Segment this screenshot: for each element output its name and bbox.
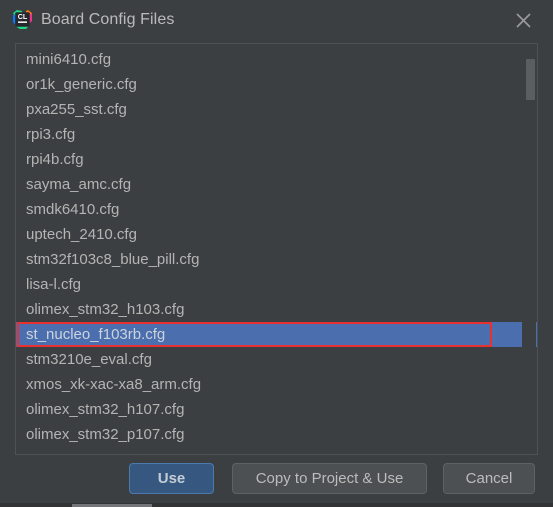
- list-item[interactable]: olimex_stm32_p107.cfg: [16, 422, 537, 447]
- list-scrollbar[interactable]: [522, 45, 536, 454]
- list-item[interactable]: pxa255_sst.cfg: [16, 97, 537, 122]
- list-item-selected[interactable]: st_nucleo_f103rb.cfg: [16, 322, 537, 347]
- board-config-file-list[interactable]: mini6410.cfg or1k_generic.cfg pxa255_sst…: [16, 47, 537, 447]
- list-item[interactable]: olimex_stm32_h103.cfg: [16, 297, 537, 322]
- list-item[interactable]: mini6410.cfg: [16, 47, 537, 72]
- list-item[interactable]: lisa-l.cfg: [16, 272, 537, 297]
- dialog-title: Board Config Files: [41, 11, 175, 28]
- scrollbar-thumb[interactable]: [526, 59, 535, 100]
- list-item[interactable]: stm3210e_eval.cfg: [16, 347, 537, 372]
- close-icon[interactable]: [508, 6, 538, 34]
- list-item[interactable]: olimex_stm32_h107.cfg: [16, 397, 537, 422]
- list-item[interactable]: rpi3.cfg: [16, 122, 537, 147]
- cancel-button[interactable]: Cancel: [443, 463, 535, 494]
- dialog-titlebar: CL Board Config Files: [0, 0, 553, 38]
- list-item[interactable]: rpi4b.cfg: [16, 147, 537, 172]
- clion-logo-icon: CL: [12, 9, 33, 30]
- use-button[interactable]: Use: [129, 463, 214, 494]
- list-item[interactable]: stm32f103c8_blue_pill.cfg: [16, 247, 537, 272]
- list-item[interactable]: sayma_amc.cfg: [16, 172, 537, 197]
- list-item[interactable]: uptech_2410.cfg: [16, 222, 537, 247]
- list-item[interactable]: xmos_xk-xac-xa8_arm.cfg: [16, 372, 537, 397]
- board-config-file-list-panel[interactable]: mini6410.cfg or1k_generic.cfg pxa255_sst…: [15, 43, 538, 455]
- board-config-files-dialog: CL Board Config Files mini6410.cfg or1k_…: [0, 0, 553, 507]
- svg-text:CL: CL: [18, 12, 28, 21]
- list-item[interactable]: or1k_generic.cfg: [16, 72, 537, 97]
- list-item-label: st_nucleo_f103rb.cfg: [26, 326, 166, 343]
- copy-to-project-and-use-button[interactable]: Copy to Project & Use: [232, 463, 427, 494]
- list-item[interactable]: smdk6410.cfg: [16, 197, 537, 222]
